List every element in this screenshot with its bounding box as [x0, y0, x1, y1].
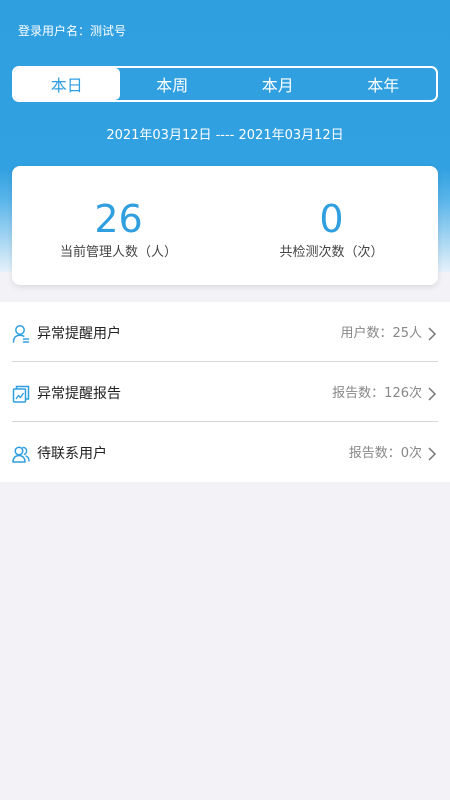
tab-week[interactable]: 本周 [120, 68, 226, 100]
tab-day[interactable]: 本日 [14, 68, 120, 100]
app-screen: 登录用户名：测试号 本日 本周 本月 本年 2021年03月12日 ---- 2… [0, 0, 450, 800]
stats-card: 26 当前管理人数（人） 0 共检测次数（次） [12, 166, 438, 285]
contact-users-icon [12, 444, 30, 464]
pending-contact-title: 待联系用户 [37, 446, 107, 462]
test-count-value: 0 [319, 197, 344, 241]
stat-test-count: 0 共检测次数（次） [225, 166, 438, 285]
chevron-right-icon [428, 387, 437, 401]
date-range: 2021年03月12日 ---- 2021年03月12日 [106, 128, 344, 143]
period-tabs: 本日 本周 本月 本年 [12, 66, 438, 102]
chevron-right-icon [428, 327, 437, 341]
managed-people-label: 当前管理人数（人） [59, 245, 177, 260]
chevron-right-icon [428, 447, 437, 461]
tab-month[interactable]: 本月 [225, 68, 331, 100]
managed-people-value: 26 [94, 197, 143, 241]
login-username: 登录用户名：测试号 [18, 24, 127, 38]
list-item-abnormal-users[interactable]: 异常提醒用户 用户数：25人 [0, 302, 450, 362]
abnormal-reports-title: 异常提醒报告 [37, 386, 121, 402]
tab-year[interactable]: 本年 [331, 68, 437, 100]
list-item-pending-contact[interactable]: 待联系用户 报告数：0次 [0, 422, 450, 482]
test-count-label: 共检测次数（次） [279, 245, 384, 260]
pending-contact-count: 报告数：0次 [348, 446, 422, 461]
stat-managed-people: 26 当前管理人数（人） [12, 166, 225, 285]
list-item-abnormal-reports[interactable]: 异常提醒报告 报告数：126次 [0, 362, 450, 422]
alert-list: 异常提醒用户 用户数：25人 异常提醒报告 报告数：126次 待联系用户 报告数… [0, 302, 450, 482]
abnormal-reports-count: 报告数：126次 [332, 386, 422, 401]
report-chart-icon [12, 384, 30, 404]
abnormal-users-title: 异常提醒用户 [37, 326, 121, 342]
abnormal-users-count: 用户数：25人 [340, 326, 422, 341]
user-alert-icon [12, 324, 30, 344]
